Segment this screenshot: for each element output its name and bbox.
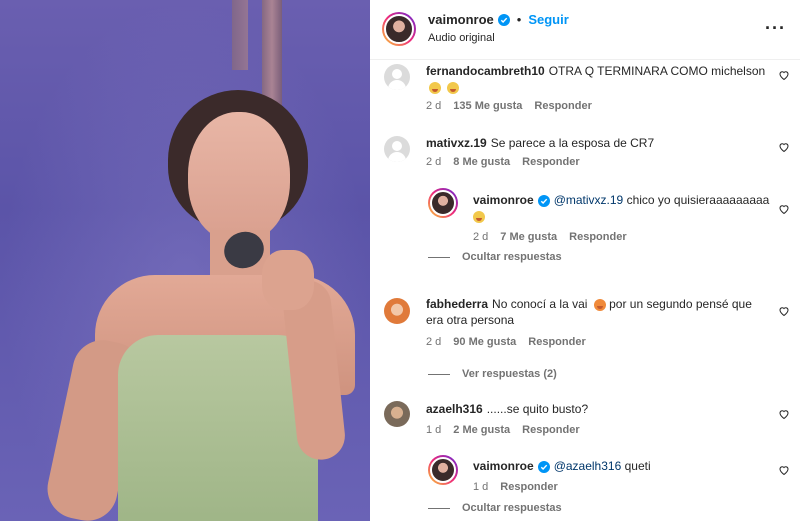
hide-replies-label: Ocultar respuestas xyxy=(462,502,562,514)
comment-meta: 2 d 135 Me gusta Responder xyxy=(426,100,592,112)
comment-username[interactable]: azaelh316 xyxy=(426,402,483,416)
comment-time[interactable]: 1 d xyxy=(426,424,441,436)
post-header: vaimonroe • Seguir Audio original ··· xyxy=(370,0,800,60)
comment-text: fernandocambreth10 OTRA Q TERMINARA COMO … xyxy=(426,63,771,95)
commenter-avatar[interactable] xyxy=(384,401,410,427)
comment-body: ......se quito busto? xyxy=(486,402,589,416)
author-row: vaimonroe • Seguir xyxy=(428,12,569,27)
author-username[interactable]: vaimonroe xyxy=(428,12,494,27)
divider-line xyxy=(428,373,450,375)
like-heart-icon[interactable] xyxy=(778,203,790,215)
reply-button[interactable]: Responder xyxy=(522,156,579,168)
sad-face-emoji-icon xyxy=(447,81,460,94)
sad-face-emoji-icon xyxy=(429,81,441,94)
mention-link[interactable]: @mativxz.19 xyxy=(554,193,624,207)
shocked-face-emoji-icon xyxy=(593,298,606,311)
comment-meta: 2 d 7 Me gusta Responder xyxy=(473,231,627,243)
comment-text: mativxz.19 Se parece a la esposa de CR7 xyxy=(426,135,771,151)
comment-username[interactable]: fabhederra xyxy=(426,297,488,311)
like-heart-icon[interactable] xyxy=(778,305,790,317)
comment-body: queti xyxy=(624,459,651,473)
video-person-hand xyxy=(262,250,314,310)
like-heart-icon[interactable] xyxy=(778,141,790,153)
comment-text: fabhederra No conocí a la vai por un segu… xyxy=(426,296,771,328)
comment-body: OTRA Q TERMINARA COMO michelson xyxy=(548,64,766,78)
comment-body: No conocí a la vai xyxy=(492,297,588,311)
reply-button[interactable]: Responder xyxy=(569,231,626,243)
hide-replies-button[interactable]: Ocultar respuestas xyxy=(428,251,562,263)
comment-likes[interactable]: 2 Me gusta xyxy=(453,424,510,436)
default-avatar-icon[interactable] xyxy=(384,136,410,162)
separator-dot: • xyxy=(516,12,522,27)
audio-label[interactable]: Audio original xyxy=(428,32,495,44)
like-heart-icon[interactable] xyxy=(778,408,790,420)
hide-replies-label: Ocultar respuestas xyxy=(462,251,562,263)
reply-button[interactable]: Responder xyxy=(534,100,591,112)
sad-face-emoji-icon xyxy=(473,210,485,223)
like-heart-icon[interactable] xyxy=(778,464,790,476)
video-person-face xyxy=(188,112,290,242)
author-avatar[interactable] xyxy=(382,12,416,46)
more-options-icon[interactable]: ··· xyxy=(765,18,786,39)
comment-username[interactable]: mativxz.19 xyxy=(426,136,487,150)
verified-badge-icon xyxy=(537,460,550,473)
comment-meta: 2 d 8 Me gusta Responder xyxy=(426,156,580,168)
comment-time[interactable]: 1 d xyxy=(473,481,488,493)
divider-line xyxy=(428,507,450,509)
comment-username[interactable]: vaimonroe xyxy=(473,193,534,207)
comment-time[interactable]: 2 d xyxy=(426,100,441,112)
comment-time[interactable]: 2 d xyxy=(473,231,488,243)
comment-body: era otra persona xyxy=(426,313,515,327)
comment-meta: 1 d 2 Me gusta Responder xyxy=(426,424,580,436)
divider-line xyxy=(428,256,450,258)
comment-meta: 1 d Responder xyxy=(473,481,558,493)
view-replies-button[interactable]: Ver respuestas (2) xyxy=(428,368,557,380)
mention-link[interactable]: @azaelh316 xyxy=(554,459,622,473)
view-replies-label: Ver respuestas (2) xyxy=(462,368,557,380)
comment-body: Se parece a la esposa de CR7 xyxy=(490,136,655,150)
reply-button[interactable]: Responder xyxy=(528,336,585,348)
reel-video[interactable] xyxy=(0,0,370,521)
follow-button[interactable]: Seguir xyxy=(528,12,568,27)
comment-time[interactable]: 2 d xyxy=(426,156,441,168)
verified-badge-icon xyxy=(497,13,510,26)
video-wood-beam xyxy=(262,0,282,110)
comment-likes[interactable]: 90 Me gusta xyxy=(453,336,516,348)
comment-text: azaelh316 ......se quito busto? xyxy=(426,401,771,417)
comments-list[interactable]: fernandocambreth10 OTRA Q TERMINARA COMO … xyxy=(370,60,800,521)
comment-likes[interactable]: 135 Me gusta xyxy=(453,100,522,112)
comment-likes[interactable]: 7 Me gusta xyxy=(500,231,557,243)
reply-button[interactable]: Responder xyxy=(500,481,557,493)
video-wood-beam xyxy=(232,0,248,70)
commenter-avatar[interactable] xyxy=(384,298,410,324)
comment-meta: 2 d 90 Me gusta Responder xyxy=(426,336,586,348)
hide-replies-button[interactable]: Ocultar respuestas xyxy=(428,502,562,514)
comment-username[interactable]: vaimonroe xyxy=(473,459,534,473)
like-heart-icon[interactable] xyxy=(778,69,790,81)
reply-button[interactable]: Responder xyxy=(522,424,579,436)
default-avatar-icon[interactable] xyxy=(384,64,410,90)
comment-body: chico yo quisieraaaaaaaaa xyxy=(626,193,770,207)
reply-avatar[interactable] xyxy=(428,455,458,485)
comment-likes[interactable]: 8 Me gusta xyxy=(453,156,510,168)
video-person-top xyxy=(118,335,318,521)
reply-avatar[interactable] xyxy=(428,188,458,218)
comment-text: vaimonroe @azaelh316 queti xyxy=(473,458,773,474)
verified-badge-icon xyxy=(537,194,550,207)
comment-text: vaimonroe @mativxz.19 chico yo quisieraaa… xyxy=(473,192,773,224)
comment-body: por un segundo pensé que xyxy=(609,297,752,311)
comment-username[interactable]: fernandocambreth10 xyxy=(426,64,545,78)
comment-time[interactable]: 2 d xyxy=(426,336,441,348)
